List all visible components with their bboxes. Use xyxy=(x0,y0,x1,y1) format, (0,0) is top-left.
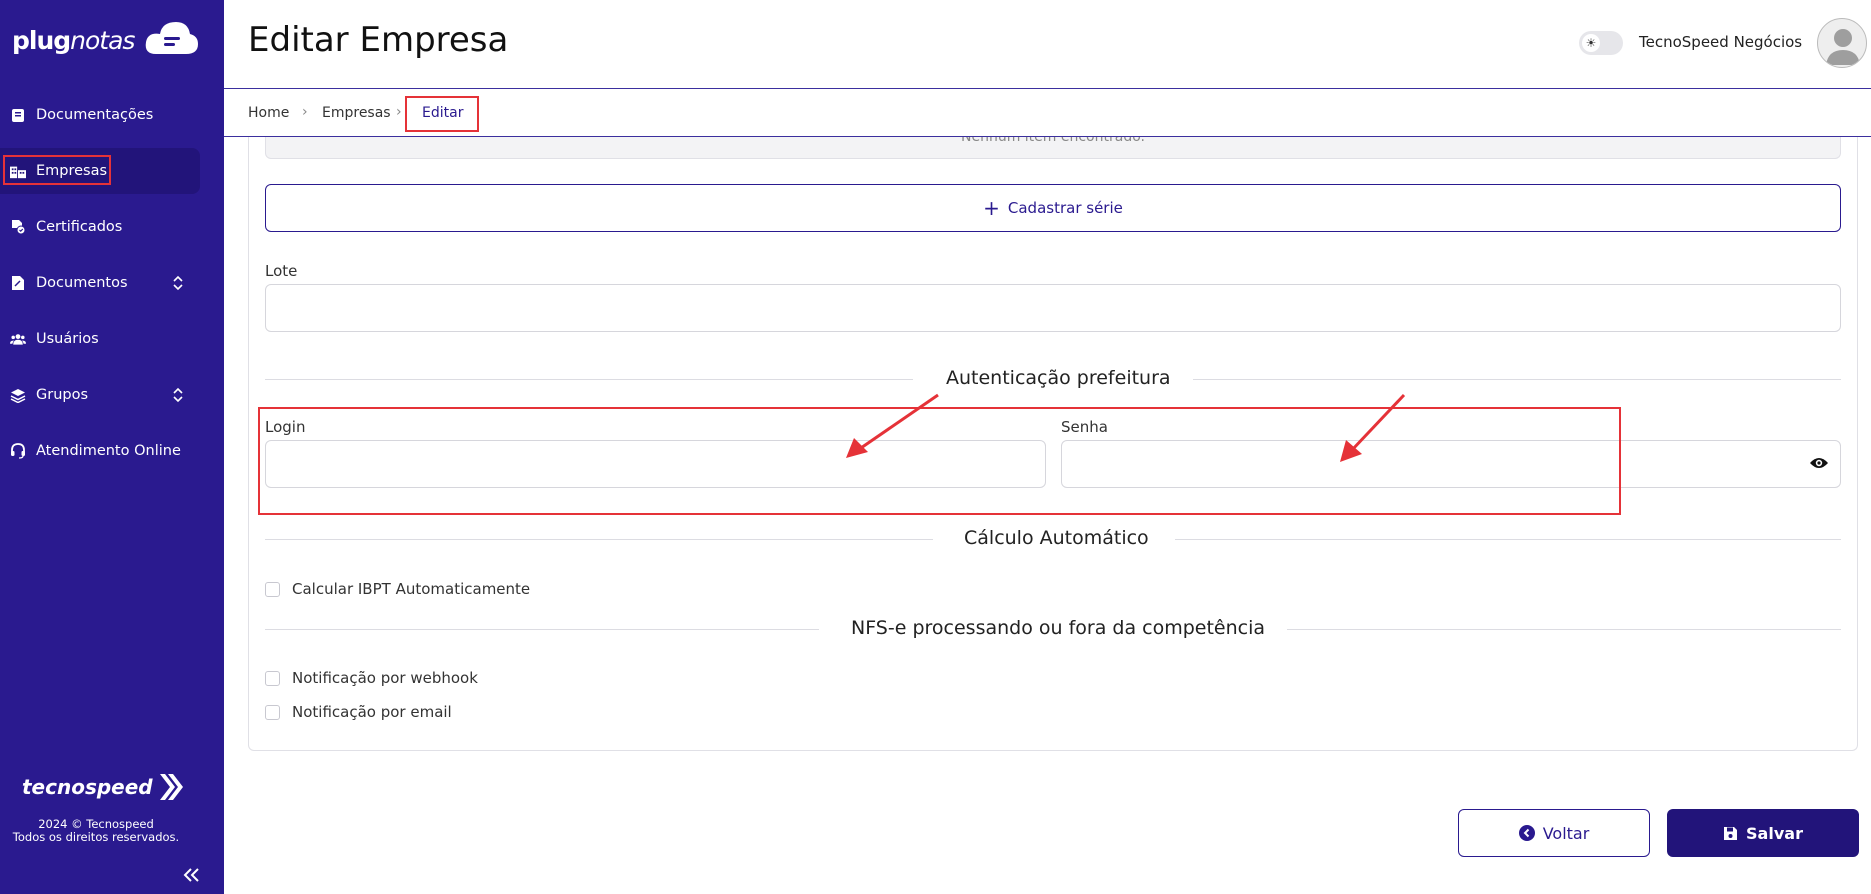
company-name[interactable]: TecnoSpeed Negócios xyxy=(1639,33,1802,51)
floppy-disk-icon xyxy=(1724,826,1738,840)
calc-ibpt-checkbox[interactable] xyxy=(265,581,280,597)
empty-series-message: Nenhum item encontrado. xyxy=(265,137,1841,159)
headset-icon xyxy=(10,443,26,459)
breadcrumb: Home › Empresas › Editar xyxy=(224,90,1871,137)
plus-icon: + xyxy=(983,196,1000,220)
annotation-arrow-icon xyxy=(846,393,939,458)
lote-input[interactable] xyxy=(265,284,1841,332)
logo-text: plugnotas xyxy=(12,25,135,55)
sidebar-item-atendimento-online[interactable]: Atendimento Online xyxy=(0,428,200,474)
theme-toggle[interactable]: ☀ xyxy=(1579,31,1623,55)
add-series-label: Cadastrar série xyxy=(1007,199,1123,217)
auth-section-title: Autenticação prefeitura xyxy=(946,367,1171,389)
user-icon xyxy=(1826,29,1860,65)
breadcrumb-empresas[interactable]: Empresas xyxy=(322,105,391,121)
sun-icon: ☀ xyxy=(1582,34,1600,52)
divider xyxy=(1193,379,1841,380)
breadcrumb-separator-icon: › xyxy=(302,104,308,120)
nfse-section-title: NFS-e processando ou fora da competência xyxy=(851,617,1266,639)
notify-email-label: Notificação por email xyxy=(292,703,452,721)
notify-email-option[interactable]: Notificação por email xyxy=(265,703,452,721)
chevron-updown-icon[interactable] xyxy=(172,387,184,403)
top-header: Editar Empresa ☀ TecnoSpeed Negócios xyxy=(224,0,1871,89)
sidebar-item-usuarios[interactable]: Usuários xyxy=(0,316,200,362)
sidebar-item-label: Grupos xyxy=(36,387,89,403)
annotation-highlight-empresas xyxy=(3,155,111,185)
calc-section-header: Cálculo Automático xyxy=(265,527,1841,551)
copyright: 2024 © Tecnospeed Todos os direitos rese… xyxy=(0,818,192,844)
save-button[interactable]: Salvar xyxy=(1667,809,1859,857)
divider xyxy=(1287,629,1841,630)
sidebar-item-documentacoes[interactable]: Documentações xyxy=(0,92,200,138)
chevron-updown-icon[interactable] xyxy=(172,275,184,291)
copyright-line-2: Todos os direitos reservados. xyxy=(12,830,180,844)
breadcrumb-home[interactable]: Home xyxy=(248,105,289,121)
chevron-left-circle-icon xyxy=(1518,825,1535,841)
sidebar-item-label: Documentações xyxy=(36,107,154,123)
eye-icon[interactable] xyxy=(1809,455,1829,471)
document-icon xyxy=(10,275,26,291)
notify-webhook-option[interactable]: Notificação por webhook xyxy=(265,669,478,687)
sidebar-item-label: Usuários xyxy=(36,331,99,347)
sidebar-item-label: Documentos xyxy=(36,275,128,291)
book-icon xyxy=(10,107,26,123)
notify-webhook-label: Notificação por webhook xyxy=(292,669,478,687)
cloud-logo-icon xyxy=(146,22,199,54)
calc-ibpt-option[interactable]: Calcular IBPT Automaticamente xyxy=(265,580,530,598)
annotation-arrow-icon xyxy=(1340,393,1406,462)
annotation-highlight-editar xyxy=(405,96,479,132)
sidebar-item-grupos[interactable]: Grupos xyxy=(0,372,200,418)
divider xyxy=(265,539,933,540)
collapse-sidebar-icon[interactable] xyxy=(182,866,200,884)
divider xyxy=(1175,539,1841,540)
calc-ibpt-label: Calcular IBPT Automaticamente xyxy=(292,580,531,598)
sidebar-item-documentos[interactable]: Documentos xyxy=(0,260,200,306)
certificate-icon xyxy=(10,219,26,235)
plugnotas-logo[interactable]: plugnotas xyxy=(12,18,200,62)
sidebar-item-label: Certificados xyxy=(36,219,123,235)
sidebar-item-label: Atendimento Online xyxy=(36,443,181,459)
nfse-section-header: NFS-e processando ou fora da competência xyxy=(265,617,1841,641)
save-label: Salvar xyxy=(1746,823,1803,843)
avatar[interactable] xyxy=(1817,18,1867,68)
divider xyxy=(265,379,913,380)
breadcrumb-separator-icon: › xyxy=(396,104,402,120)
back-label: Voltar xyxy=(1542,823,1590,843)
empty-message-text: Nenhum item encontrado. xyxy=(961,137,1145,145)
notify-email-checkbox[interactable] xyxy=(265,704,280,720)
add-series-button[interactable]: + Cadastrar série xyxy=(265,184,1841,232)
chevrons-logo-icon xyxy=(159,774,183,800)
lote-label: Lote xyxy=(265,262,298,280)
divider xyxy=(265,629,819,630)
tecnospeed-logo: tecnospeed xyxy=(22,772,183,802)
sidebar-item-certificados[interactable]: Certificados xyxy=(0,204,200,250)
sidebar-nav: Documentações Empresas Certificados Docu… xyxy=(0,92,224,484)
back-button[interactable]: Voltar xyxy=(1458,809,1650,857)
notify-webhook-checkbox[interactable] xyxy=(265,670,280,686)
calc-section-title: Cálculo Automático xyxy=(964,527,1149,549)
users-icon xyxy=(10,331,26,347)
tecnospeed-logo-text: tecnospeed xyxy=(22,775,153,799)
auth-section-header: Autenticação prefeitura xyxy=(265,367,1841,391)
layers-icon xyxy=(10,387,26,403)
page-title: Editar Empresa xyxy=(248,20,509,60)
sidebar: plugnotas Documentações Empresas Certifi… xyxy=(0,0,224,894)
